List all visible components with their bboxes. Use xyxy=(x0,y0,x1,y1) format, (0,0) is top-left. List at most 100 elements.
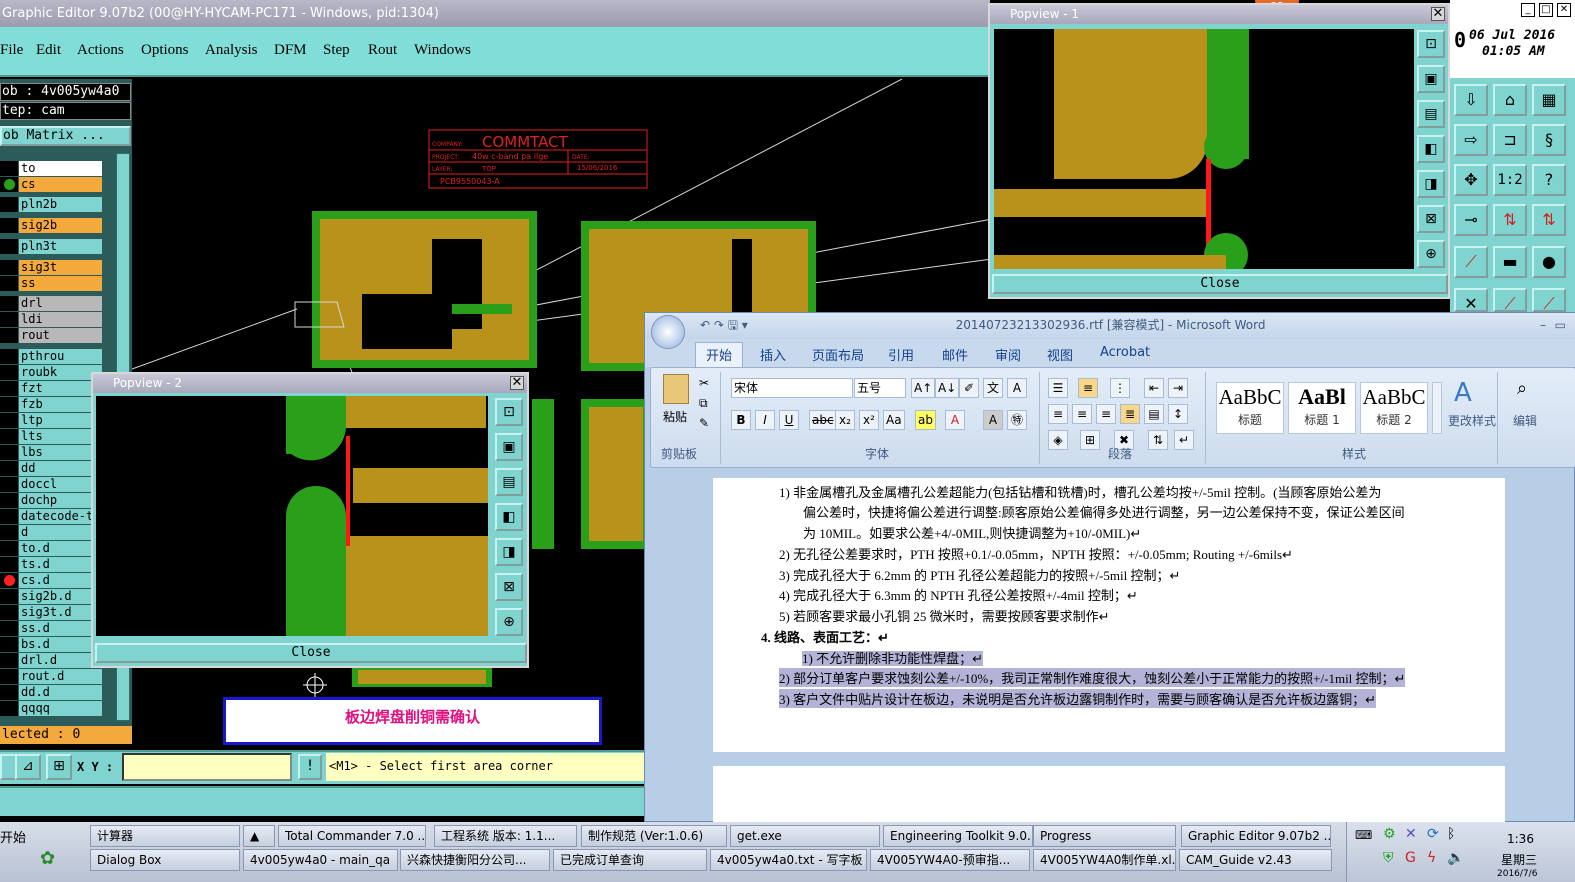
layer-name[interactable]: sig2b.d xyxy=(19,589,102,604)
close-icon[interactable]: ✕ xyxy=(1557,3,1571,17)
start-label[interactable]: 开始 xyxy=(0,827,26,846)
layer-swatch[interactable] xyxy=(0,669,18,684)
taskbar-button[interactable]: 工程系统 版本: 1.1... xyxy=(434,825,577,847)
office-button-icon[interactable] xyxy=(651,315,685,349)
layer-swatch[interactable] xyxy=(0,218,18,233)
align-left-icon[interactable]: ≡ xyxy=(1048,404,1068,424)
layer-row[interactable]: ss.d xyxy=(0,621,102,636)
menu-actions[interactable]: Actions xyxy=(77,42,124,59)
tab-home[interactable]: 开始 xyxy=(695,342,744,368)
layer-name[interactable]: qqqq xyxy=(19,701,102,716)
quick-access-icon[interactable]: ↶ ↷ 🖫 ▾ xyxy=(700,313,748,337)
layer-row[interactable]: dd.d xyxy=(0,685,102,700)
tool-icon-a[interactable]: ✕ xyxy=(1454,288,1488,313)
layer-swatch[interactable] xyxy=(0,573,18,588)
copy-icon[interactable]: ⧉ xyxy=(699,396,708,411)
start-orb-icon[interactable]: ✿ xyxy=(40,848,55,869)
popview-2-zoom-in-icon[interactable]: ▣ xyxy=(495,433,523,461)
layer-red-2-icon[interactable]: ⇅ xyxy=(1532,204,1566,236)
layer-row[interactable]: ts.d xyxy=(0,557,102,572)
layer-swatch[interactable] xyxy=(0,328,18,343)
layer-name[interactable]: ss.d xyxy=(19,621,102,636)
xy-input[interactable] xyxy=(122,753,292,781)
layer-row[interactable]: doccl xyxy=(0,477,102,492)
layer-row[interactable]: lts xyxy=(0,429,102,444)
tab-view[interactable]: 视图 xyxy=(1047,345,1073,364)
tray-icon-1[interactable]: ⚙ xyxy=(1383,826,1396,842)
center-icon[interactable]: ⊕ xyxy=(1417,240,1445,268)
layer-name[interactable]: rout xyxy=(19,328,102,343)
layer-swatch[interactable] xyxy=(0,197,18,212)
layer-name[interactable]: pthrou xyxy=(19,349,102,364)
popview-2-close-button[interactable]: Close xyxy=(95,643,527,663)
layer-name[interactable]: roubk xyxy=(19,365,102,380)
layer-swatch[interactable] xyxy=(0,525,18,540)
layer-name[interactable]: dochp xyxy=(19,493,102,508)
layer-name[interactable]: lts xyxy=(19,429,102,444)
document-page[interactable]: 1) 非金属槽孔及金属槽孔公差超能力(包括钻槽和铣槽)时，槽孔公差均按+/-5m… xyxy=(713,478,1505,877)
tab-references[interactable]: 引用 xyxy=(888,345,914,364)
paste-label[interactable]: 粘贴 xyxy=(663,408,687,425)
layer-swatch[interactable] xyxy=(0,637,18,652)
layer-name[interactable]: pln2b xyxy=(19,197,102,212)
styles-scroll[interactable] xyxy=(1432,382,1442,434)
style-heading2[interactable]: AaBbC 标题 2 xyxy=(1360,382,1428,434)
phonetic-icon[interactable]: 文 xyxy=(983,378,1003,398)
taskbar-button[interactable]: Engineering Toolkit 9.0... xyxy=(883,825,1033,847)
taskbar-button[interactable]: Graphic Editor 9.07b2 ... xyxy=(1181,825,1331,847)
multilevel-icon[interactable]: ⋮ xyxy=(1110,378,1130,398)
layer-row[interactable]: d xyxy=(0,525,102,540)
layer-name[interactable]: fzb xyxy=(19,397,102,412)
pan-icon[interactable]: ✥ xyxy=(1454,164,1488,196)
pan-left-icon[interactable]: ◧ xyxy=(1417,135,1445,163)
layer-row[interactable]: dochp xyxy=(0,493,102,508)
layout-icon[interactable]: ▦ xyxy=(1532,84,1566,116)
increase-indent-icon[interactable]: ⇥ xyxy=(1168,378,1188,398)
layer-swatch[interactable] xyxy=(0,701,18,716)
shading-icon[interactable]: ◈ xyxy=(1048,430,1068,450)
layer-red-icon[interactable]: ⇅ xyxy=(1493,204,1527,236)
layer-name[interactable]: sig2b xyxy=(19,218,102,233)
menu-options[interactable]: Options xyxy=(141,42,189,59)
move-icon[interactable]: ⇨ xyxy=(1454,124,1488,156)
layer-swatch[interactable] xyxy=(0,557,18,572)
layer-name[interactable]: bs.d xyxy=(19,637,102,652)
layer-row[interactable]: ss xyxy=(0,276,102,291)
layer-row[interactable]: roubk xyxy=(0,365,102,380)
layer-swatch[interactable] xyxy=(0,349,18,364)
underline-icon[interactable]: U xyxy=(779,410,799,430)
borders-icon[interactable]: ⊞ xyxy=(1080,430,1100,450)
layer-name[interactable]: pln3t xyxy=(19,239,102,254)
layer-name[interactable]: sig3t xyxy=(19,260,102,275)
layer-name[interactable]: ltp xyxy=(19,413,102,428)
taskbar-button[interactable]: 4V005YW4A0制作单.xl... xyxy=(1033,849,1176,871)
numbering-icon[interactable]: ≡ xyxy=(1078,378,1098,398)
layer-swatch[interactable] xyxy=(0,541,18,556)
tab-layout[interactable]: 页面布局 xyxy=(812,345,864,364)
measure-icon[interactable]: ⊿ xyxy=(15,754,41,780)
change-styles-icon[interactable]: A xyxy=(1454,378,1472,408)
layer-row[interactable]: cs.d xyxy=(0,573,102,588)
layer-swatch[interactable] xyxy=(0,296,18,311)
popview-2-center-icon[interactable]: ⊕ xyxy=(495,608,523,636)
popview-2-fit-icon[interactable]: ⊠ xyxy=(495,573,523,601)
layer-name[interactable]: rout.d xyxy=(19,669,102,684)
show-marks-icon[interactable]: ↵ xyxy=(1174,430,1194,450)
frame-icon[interactable]: ⊐ xyxy=(1493,124,1527,156)
layer-name[interactable]: datecode-t xyxy=(19,509,102,524)
maximize-icon[interactable]: □ xyxy=(1539,3,1553,17)
layer-swatch[interactable] xyxy=(0,621,18,636)
taskbar-button[interactable]: 已完成订单查询 xyxy=(553,849,707,871)
zoom-in-icon[interactable]: ▣ xyxy=(1417,65,1445,93)
superscript-icon[interactable]: x² xyxy=(859,410,879,430)
taskbar-app-icon[interactable]: ▲ xyxy=(243,825,275,847)
font-name-select[interactable]: 宋体 xyxy=(731,378,853,398)
layer-row[interactable]: sig2b.d xyxy=(0,589,102,604)
menu-dfm[interactable]: DFM xyxy=(274,42,307,59)
layer-row[interactable]: sig3t.d xyxy=(0,605,102,620)
popview-2-pan-right-icon[interactable]: ◨ xyxy=(495,538,523,566)
tab-insert[interactable]: 插入 xyxy=(760,345,786,364)
highlight-icon[interactable]: ab xyxy=(915,410,936,430)
bluetooth-icon[interactable]: ᛒ xyxy=(1447,826,1455,842)
layer-swatch[interactable] xyxy=(0,653,18,668)
